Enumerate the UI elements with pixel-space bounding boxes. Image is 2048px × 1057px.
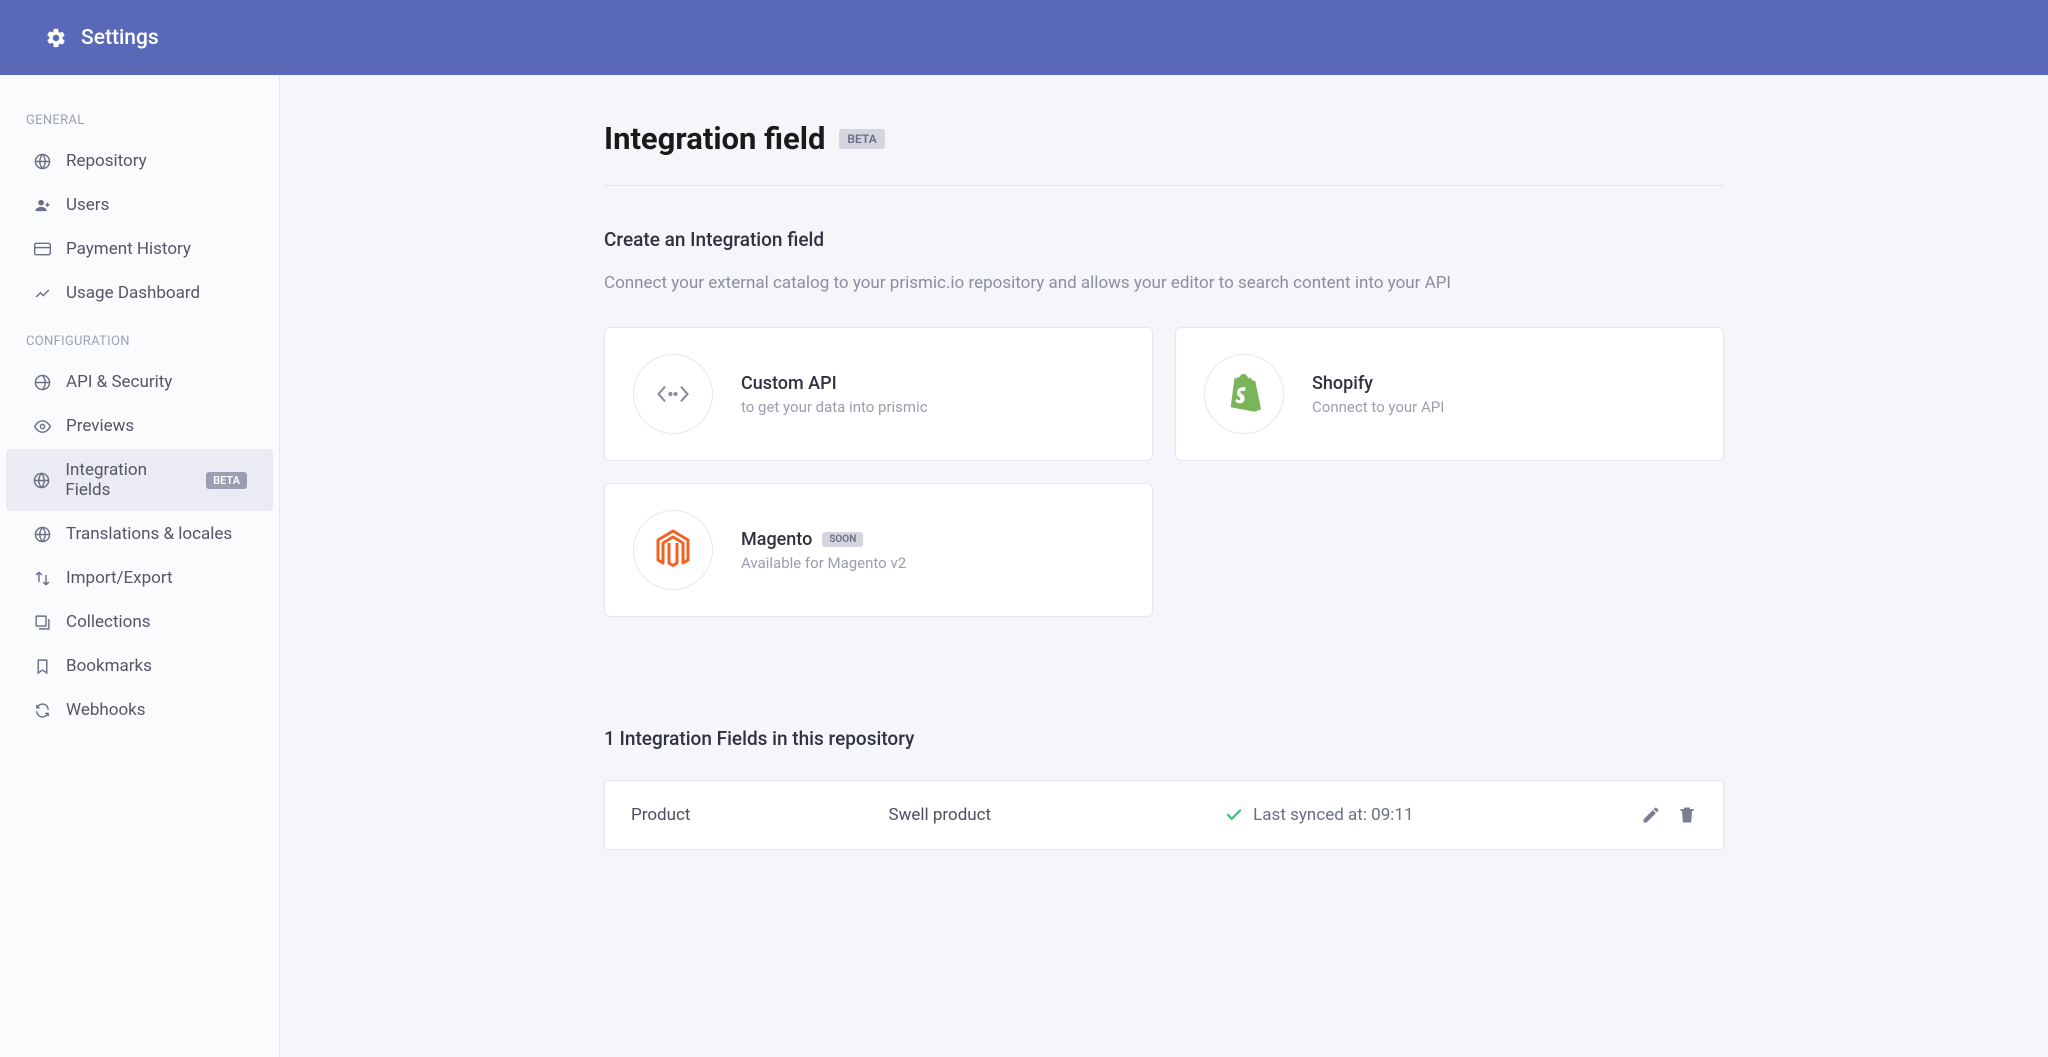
soon-badge: SOON (822, 532, 863, 547)
refresh-icon (32, 702, 52, 719)
sidebar-section-config: CONFIGURATION (0, 316, 279, 359)
sidebar-item-label: Import/Export (66, 568, 173, 588)
eye-icon (32, 418, 52, 435)
create-description: Connect your external catalog to your pr… (604, 273, 1724, 293)
card-desc: Available for Magento v2 (741, 554, 906, 572)
sidebar-item-users[interactable]: Users (6, 184, 273, 226)
sidebar-item-previews[interactable]: Previews (6, 405, 273, 447)
sidebar-item-import-export[interactable]: Import/Export (6, 557, 273, 599)
sidebar-item-repository[interactable]: Repository (6, 140, 273, 182)
sidebar-item-usage-dashboard[interactable]: Usage Dashboard (6, 272, 273, 314)
sidebar-item-integration-fields[interactable]: Integration Fields BETA (6, 449, 273, 511)
card-icon (32, 242, 52, 256)
web-icon (32, 526, 52, 543)
sidebar-section-general: GENERAL (0, 95, 279, 138)
card-title: Shopify (1312, 373, 1373, 394)
page-title: Integration field (604, 120, 825, 157)
create-heading: Create an Integration field (604, 228, 1724, 251)
magento-icon (633, 510, 713, 590)
sidebar-item-label: Usage Dashboard (66, 283, 200, 303)
sidebar: GENERAL Repository Users Payment History… (0, 75, 280, 1057)
delete-button[interactable] (1677, 805, 1697, 825)
sidebar-item-label: Bookmarks (66, 656, 152, 676)
beta-badge: BETA (839, 129, 884, 149)
stack-icon (32, 614, 52, 631)
integration-cards: Custom API to get your data into prismic… (604, 327, 1724, 617)
sidebar-item-webhooks[interactable]: Webhooks (6, 689, 273, 731)
check-icon (1225, 806, 1243, 824)
chart-icon (32, 285, 52, 302)
gear-icon (45, 27, 67, 49)
sidebar-item-label: Previews (66, 416, 134, 436)
row-actions (1641, 805, 1697, 825)
sidebar-item-label: API & Security (66, 372, 172, 392)
sidebar-item-label: Integration Fields (65, 460, 192, 500)
globe-icon (32, 153, 52, 170)
top-bar-title: Settings (81, 26, 159, 50)
beta-badge: BETA (206, 472, 247, 489)
main-content: Integration field BETA Create an Integra… (280, 75, 2048, 1057)
sidebar-item-label: Webhooks (66, 700, 146, 720)
swap-icon (32, 570, 52, 587)
sidebar-item-label: Repository (66, 151, 147, 171)
globe-icon (32, 374, 52, 391)
sidebar-item-translations[interactable]: Translations & locales (6, 513, 273, 555)
code-icon (633, 354, 713, 434)
card-magento[interactable]: Magento SOON Available for Magento v2 (604, 483, 1153, 617)
row-name: Product (631, 805, 869, 825)
row-type: Swell product (889, 805, 1206, 825)
sidebar-item-label: Payment History (66, 239, 191, 259)
sidebar-item-label: Translations & locales (66, 524, 232, 544)
card-shopify[interactable]: Shopify Connect to your API (1175, 327, 1724, 461)
top-bar: Settings (0, 0, 2048, 75)
shopify-icon (1204, 354, 1284, 434)
sidebar-item-collections[interactable]: Collections (6, 601, 273, 643)
sidebar-item-api-security[interactable]: API & Security (6, 361, 273, 403)
web-icon (32, 472, 51, 489)
sidebar-item-label: Users (66, 195, 109, 215)
edit-button[interactable] (1641, 805, 1661, 825)
sidebar-item-label: Collections (66, 612, 151, 632)
row-sync-text: Last synced at: 09:11 (1253, 805, 1413, 825)
card-title: Magento (741, 529, 812, 550)
card-custom-api[interactable]: Custom API to get your data into prismic (604, 327, 1153, 461)
sidebar-item-payment-history[interactable]: Payment History (6, 228, 273, 270)
card-desc: to get your data into prismic (741, 398, 928, 416)
card-desc: Connect to your API (1312, 398, 1444, 416)
user-icon (32, 197, 52, 214)
list-heading: 1 Integration Fields in this repository (604, 727, 1724, 750)
sidebar-item-bookmarks[interactable]: Bookmarks (6, 645, 273, 687)
card-title: Custom API (741, 373, 837, 394)
integration-row: Product Swell product Last synced at: 09… (604, 780, 1724, 850)
page-header: Integration field BETA (604, 120, 1724, 186)
bookmark-icon (32, 658, 52, 675)
row-sync: Last synced at: 09:11 (1225, 805, 1621, 825)
